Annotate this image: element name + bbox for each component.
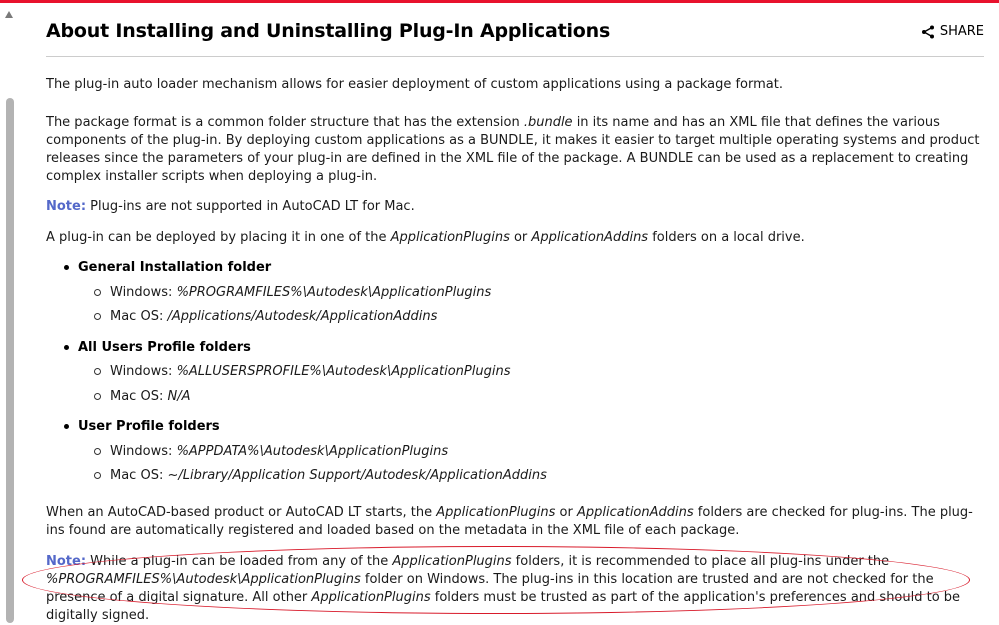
share-button[interactable]: SHARE — [921, 24, 984, 39]
page-title: About Installing and Uninstalling Plug-I… — [46, 20, 611, 42]
list-item-mac-path: Mac OS: N/A — [94, 389, 190, 404]
bullet-icon — [64, 424, 69, 429]
list-item-windows-path: Windows: %APPDATA%\Autodesk\ApplicationP… — [94, 444, 448, 459]
article-header: About Installing and Uninstalling Plug-I… — [46, 3, 984, 57]
circle-bullet-icon — [94, 313, 101, 320]
scroll-thumb[interactable] — [6, 98, 14, 623]
circle-bullet-icon — [94, 393, 101, 400]
note-label: Note: — [46, 554, 87, 569]
note-label: Note: — [46, 199, 87, 214]
list-item-windows-path: Windows: %ALLUSERSPROFILE%\Autodesk\Appl… — [94, 364, 510, 379]
bullet-icon — [64, 265, 69, 270]
package-format-paragraph: The package format is a common folder st… — [46, 115, 980, 184]
bullet-icon — [64, 345, 69, 350]
list-item-all-users-profile: All Users Profile folders — [64, 340, 251, 355]
circle-bullet-icon — [94, 289, 101, 296]
vertical-scrollbar[interactable] — [0, 3, 18, 623]
list-item-user-profile: User Profile folders — [64, 419, 220, 434]
share-icon — [921, 25, 935, 39]
deploy-paragraph: A plug-in can be deployed by placing it … — [46, 230, 805, 245]
list-item-mac-path: Mac OS: /Applications/Autodesk/Applicati… — [94, 309, 437, 324]
article-content: About Installing and Uninstalling Plug-I… — [46, 3, 984, 623]
intro-paragraph: The plug-in auto loader mechanism allows… — [46, 77, 783, 92]
list-item-general-installation: General Installation folder — [64, 260, 271, 275]
note-mac-lt: Note: Plug-ins are not supported in Auto… — [46, 199, 415, 214]
list-item-windows-path: Windows: %PROGRAMFILES%\Autodesk\Applica… — [94, 285, 491, 300]
list-item-mac-path: Mac OS: ~/Library/Application Support/Au… — [94, 468, 547, 483]
share-label: SHARE — [939, 24, 984, 39]
circle-bullet-icon — [94, 472, 101, 479]
startup-paragraph: When an AutoCAD-based product or AutoCAD… — [46, 505, 973, 538]
note-trusted-location: Note: While a plug-in can be loaded from… — [46, 554, 961, 623]
circle-bullet-icon — [94, 368, 101, 375]
circle-bullet-icon — [94, 448, 101, 455]
scroll-up-arrow-icon[interactable] — [5, 11, 13, 18]
